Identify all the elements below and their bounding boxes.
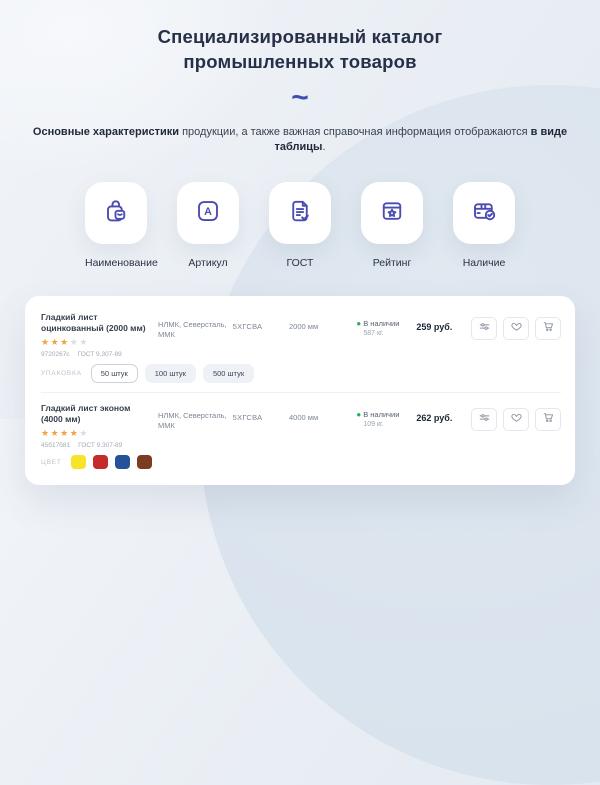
feature-stock-label: Наличие (453, 257, 515, 269)
compare-button[interactable] (471, 408, 497, 431)
cart-button[interactable] (535, 408, 561, 431)
feature-gost: ГОСТ (269, 182, 331, 269)
price-cell: 259 руб. (416, 312, 471, 332)
feature-rating: Рейтинг (361, 182, 423, 269)
product-codes: 9720267с ГОСТ 9.307-89 (41, 351, 152, 358)
description-tail: . (322, 141, 325, 153)
feature-name-label: Наименование (85, 257, 147, 269)
article-code: 45б17б81 (41, 442, 70, 449)
packaging-label: УПАКОВКА (41, 370, 82, 377)
favorite-button[interactable] (503, 317, 529, 340)
row-main: Гладкий лист оцинкованный (2000 мм) ★★★★… (41, 312, 561, 358)
feature-article: A Артикул (177, 182, 239, 269)
manufacturers-cell: НЛМК, Северсталь, ММК (158, 312, 233, 339)
stock-status: В наличии (363, 319, 399, 328)
cart-button[interactable] (535, 317, 561, 340)
description-bold-1: Основные характеристики (33, 126, 179, 138)
packaging-option-50[interactable]: 50 штук (91, 364, 138, 383)
compare-button[interactable] (471, 317, 497, 340)
page-title: Специализированный каталог промышленных … (0, 24, 600, 74)
row-actions (471, 312, 561, 340)
compare-icon (478, 411, 491, 429)
product-cell: Гладкий лист оцинкованный (2000 мм) ★★★★… (41, 312, 152, 358)
heart-icon (510, 411, 523, 429)
cart-icon (542, 320, 555, 338)
stock-amount: 587 кг. (363, 329, 416, 339)
gost-code: ГОСТ 9.307-89 (78, 351, 122, 358)
favorite-button[interactable] (503, 408, 529, 431)
feature-stock: Наличие (453, 182, 515, 269)
manufacturers-cell: НЛМК, Северсталь, ММК (158, 403, 233, 430)
description-mid: продукции, а также важная справочная инф… (179, 126, 531, 138)
rating-stars: ★★★★★ (41, 337, 152, 347)
grade-cell: 5ХГСВА (233, 403, 289, 422)
color-swatch-yellow[interactable] (71, 455, 86, 469)
stock-cell: ●В наличии 587 кг. (356, 312, 416, 339)
feature-name-card (85, 182, 147, 244)
tilde-divider: ~ (0, 83, 600, 113)
product-cell: Гладкий лист эконом (4000 мм) ★★★★★ 45б1… (41, 403, 152, 449)
page-title-line2: промышленных товаров (183, 51, 416, 72)
product-codes: 45б17б81 ГОСТ 9.307-89 (41, 442, 152, 449)
colors-label: ЦВЕТ (41, 459, 62, 466)
feature-stock-card (453, 182, 515, 244)
document-check-icon (285, 196, 315, 231)
stock-dot-icon: ● (356, 410, 361, 419)
row-actions (471, 403, 561, 431)
article-code: 9720267с (41, 351, 70, 358)
stock-amount: 109 кг. (363, 420, 416, 430)
feature-gost-label: ГОСТ (269, 257, 331, 269)
letter-a-icon: A (193, 196, 223, 231)
bag-icon (101, 196, 131, 231)
hero-section: Специализированный каталог промышленных … (0, 0, 600, 155)
feature-cards-row: Наименование A Артикул (0, 182, 600, 269)
feature-rating-label: Рейтинг (361, 257, 423, 269)
size-cell: 2000 мм (289, 312, 356, 331)
packaging-option-500[interactable]: 500 штук (203, 364, 254, 383)
price-cell: 262 руб. (416, 403, 471, 423)
feature-name: Наименование (85, 182, 147, 269)
packaging-row: УПАКОВКА 50 штук 100 штук 500 штук (41, 364, 561, 383)
description-text: Основные характеристики продукции, а так… (0, 125, 600, 155)
feature-article-label: Артикул (177, 257, 239, 269)
table-row: Гладкий лист оцинкованный (2000 мм) ★★★★… (41, 308, 561, 383)
product-name: Гладкий лист оцинкованный (2000 мм) (41, 312, 152, 334)
feature-rating-card (361, 182, 423, 244)
color-swatch-red[interactable] (93, 455, 108, 469)
color-swatch-brown[interactable] (137, 455, 152, 469)
heart-icon (510, 320, 523, 338)
size-cell: 4000 мм (289, 403, 356, 422)
color-swatch-blue[interactable] (115, 455, 130, 469)
row-main: Гладкий лист эконом (4000 мм) ★★★★★ 45б1… (41, 403, 561, 449)
feature-article-card: A (177, 182, 239, 244)
compare-icon (478, 320, 491, 338)
product-name: Гладкий лист эконом (4000 мм) (41, 403, 152, 425)
gost-code: ГОСТ 9.307-89 (78, 442, 122, 449)
table-row: Гладкий лист эконом (4000 мм) ★★★★★ 45б1… (41, 392, 561, 469)
star-frame-icon (377, 196, 407, 231)
cart-icon (542, 411, 555, 429)
colors-row: ЦВЕТ (41, 455, 561, 469)
page-title-line1: Специализированный каталог (158, 26, 443, 47)
grade-cell: 5ХГСВА (233, 312, 289, 331)
rating-stars: ★★★★★ (41, 428, 152, 438)
stock-cell: ●В наличии 109 кг. (356, 403, 416, 430)
stock-status: В наличии (363, 410, 399, 419)
feature-gost-card (269, 182, 331, 244)
svg-text:A: A (204, 206, 212, 218)
products-table: Гладкий лист оцинкованный (2000 мм) ★★★★… (25, 296, 575, 485)
stock-dot-icon: ● (356, 319, 361, 328)
packaging-option-100[interactable]: 100 штук (145, 364, 196, 383)
box-check-icon (469, 196, 499, 231)
